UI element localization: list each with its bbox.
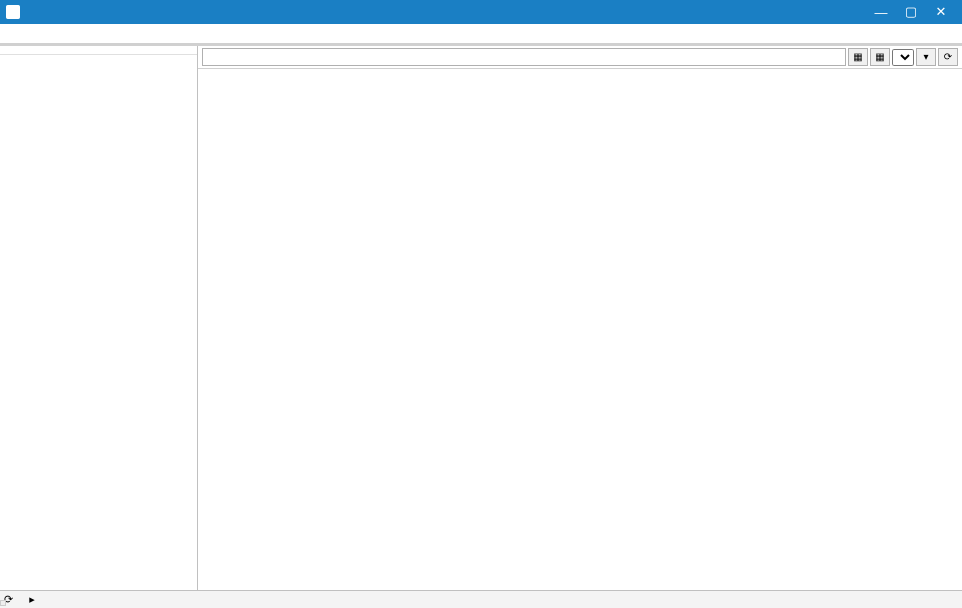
main-panel: ▦ ▦ ▾ ⟳ <box>198 46 962 590</box>
expand-icon[interactable]: ▸ <box>29 593 35 606</box>
maximize-button[interactable]: ▢ <box>896 4 926 20</box>
search-input[interactable] <box>202 48 846 66</box>
filter-select[interactable] <box>892 49 914 66</box>
save-icon[interactable]: ▦ <box>848 48 868 66</box>
table-wrap[interactable] <box>198 69 962 590</box>
save2-icon[interactable]: ▦ <box>870 48 890 66</box>
close-button[interactable]: ✕ <box>926 4 956 20</box>
dropdown-icon[interactable]: ▾ <box>916 48 936 66</box>
minimize-button[interactable]: — <box>866 5 896 20</box>
app-icon <box>6 5 20 19</box>
sidebar <box>0 46 198 590</box>
refresh-icon[interactable]: ⟳ <box>938 48 958 66</box>
titlebar: — ▢ ✕ <box>0 0 962 24</box>
menubar <box>0 24 962 44</box>
search-row: ▦ ▦ ▾ ⟳ <box>198 46 962 69</box>
statusbar: ⟳ ▸ <box>0 590 962 608</box>
